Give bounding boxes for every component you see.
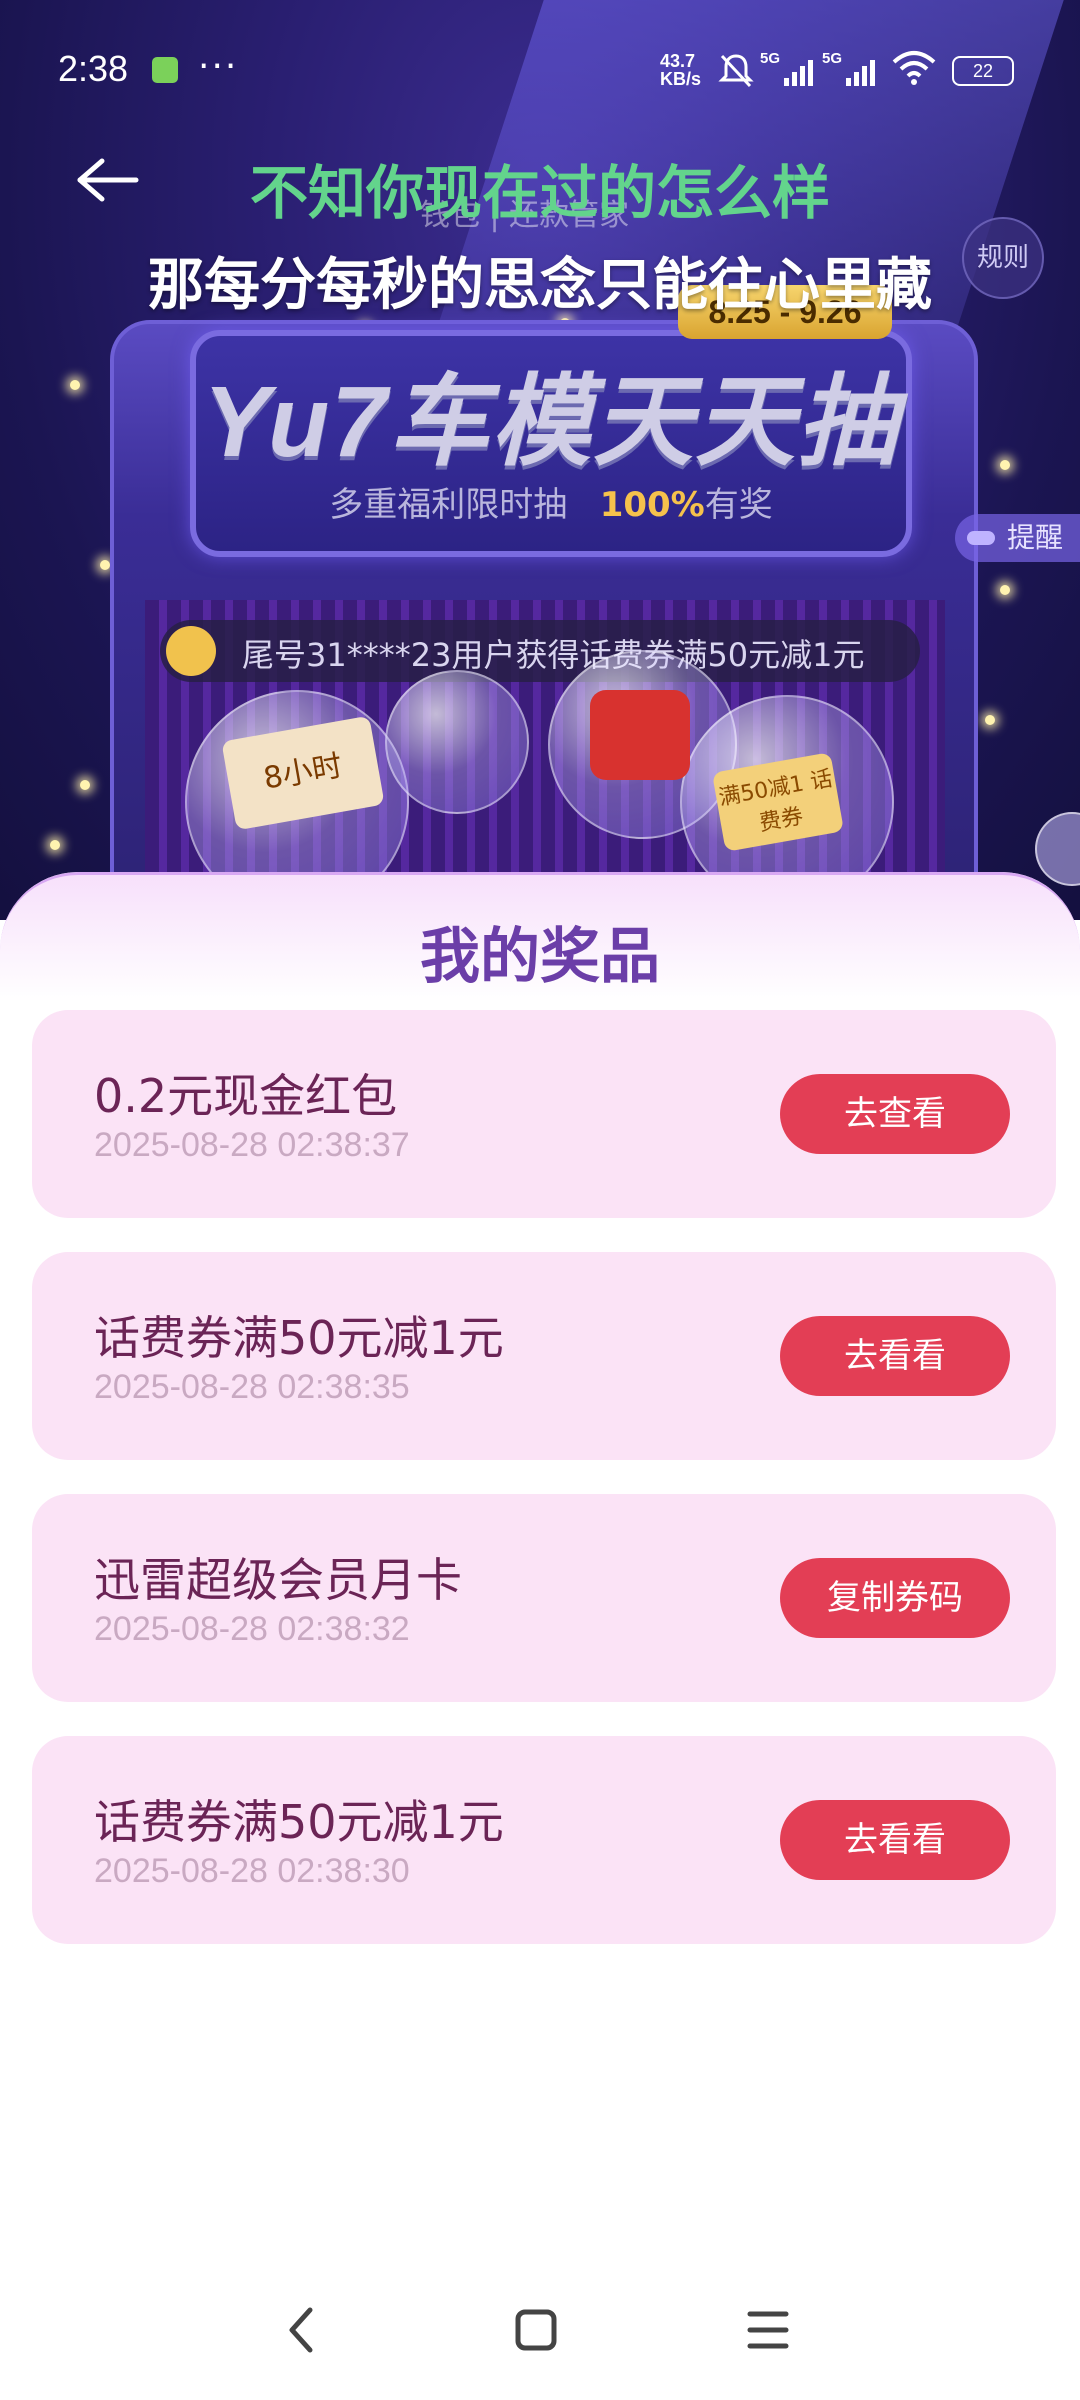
- view-prize-button[interactable]: 去看看: [780, 1316, 1010, 1396]
- more-notifications-icon: ···: [198, 46, 239, 87]
- light-dot: [1000, 585, 1010, 595]
- prize-time: 2025-08-28 02:38:35: [94, 1368, 410, 1406]
- prize-card: 迅雷超级会员月卡 2025-08-28 02:38:32 复制券码: [32, 1494, 1056, 1702]
- prize-name: 0.2元现金红包: [94, 1069, 398, 1123]
- net-speed-unit: KB/s: [660, 69, 702, 89]
- prize-card: 话费券满50元减1元 2025-08-28 02:38:35 去看看: [32, 1252, 1056, 1460]
- subtitle-prefix: 多重福利限时抽: [329, 485, 568, 525]
- prize-time: 2025-08-28 02:38:37: [94, 1126, 410, 1164]
- prize-name: 迅雷超级会员月卡: [94, 1553, 462, 1607]
- nav-menu-icon[interactable]: [728, 2290, 808, 2370]
- ticker-text: 尾号31****23用户获得话费券满50元减1元: [242, 636, 865, 674]
- remind-label: 提醒: [1007, 521, 1064, 554]
- prize-card: 0.2元现金红包 2025-08-28 02:38:37 去查看: [32, 1010, 1056, 1218]
- light-dot: [100, 560, 110, 570]
- toggle-icon: [967, 531, 995, 545]
- view-prize-button[interactable]: 去看看: [780, 1800, 1010, 1880]
- lyric-line-1: 不知你现在过的怎么样: [249, 159, 830, 227]
- prize-name: 话费券满50元减1元: [94, 1311, 504, 1365]
- system-nav-bar: [0, 2290, 1080, 2380]
- nav-home-icon[interactable]: [496, 2290, 576, 2370]
- bell-icon: [166, 626, 216, 676]
- android-icon: [152, 57, 178, 83]
- status-bar: 2:38 ··· 43.7 KB/s 5G 5G 22: [0, 0, 1080, 140]
- clock: 2:38: [58, 48, 129, 89]
- net-speed: 43.7 KB/s: [660, 52, 701, 88]
- prize-card: 话费券满50元减1元 2025-08-28 02:38:30 去看看: [32, 1736, 1056, 1944]
- prize-time: 2025-08-28 02:38:30: [94, 1852, 410, 1890]
- remind-toggle[interactable]: 提醒: [955, 514, 1080, 562]
- subtitle-suffix: 有奖: [704, 485, 773, 525]
- sheet-title: 我的奖品: [420, 922, 660, 992]
- light-dot: [985, 715, 995, 725]
- light-dot: [70, 380, 80, 390]
- signal-icon: 5G: [822, 50, 880, 88]
- light-dot: [1000, 460, 1010, 470]
- my-prizes-sheet: 我的奖品 0.2元现金红包 2025-08-28 02:38:37 去查看 话费…: [0, 872, 1080, 2400]
- lyric-line-2: 那每分每秒的思念只能往心里藏: [148, 253, 932, 318]
- side-float-button[interactable]: [1035, 812, 1080, 886]
- light-dot: [50, 840, 60, 850]
- net-speed-value: 43.7: [660, 51, 696, 71]
- mute-bell-icon: [718, 54, 754, 88]
- prize-name: 话费券满50元减1元: [94, 1795, 504, 1849]
- wifi-icon: [892, 51, 936, 85]
- prize-red-device: [590, 690, 690, 780]
- view-prize-button[interactable]: 去查看: [780, 1074, 1010, 1154]
- prize-time: 2025-08-28 02:38:32: [94, 1610, 410, 1648]
- copy-code-button[interactable]: 复制券码: [780, 1558, 1010, 1638]
- capsule-ball: [385, 670, 529, 814]
- light-dot: [80, 780, 90, 790]
- battery-icon: 22: [952, 56, 1014, 86]
- signal-icon: 5G: [760, 50, 818, 88]
- nav-back-icon[interactable]: [262, 2290, 342, 2370]
- banner-title: Yu7车模天天抽: [203, 366, 899, 478]
- subtitle-highlight: 100%: [599, 485, 705, 525]
- banner-subtitle: 多重福利限时抽 100%有奖: [190, 477, 912, 526]
